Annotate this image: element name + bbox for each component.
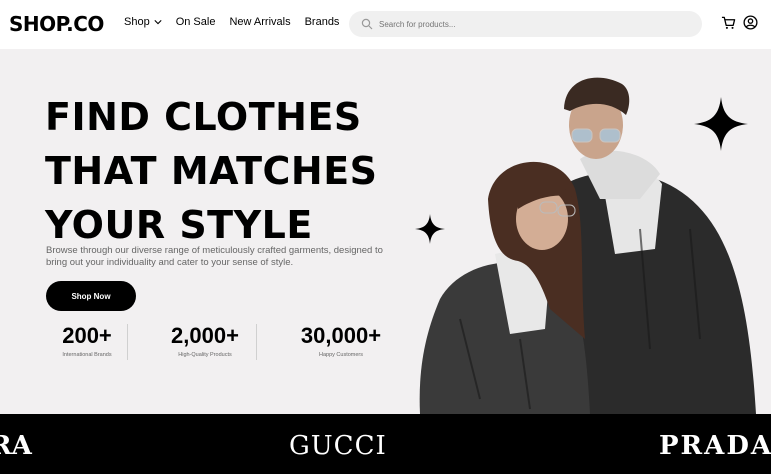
hero-headline: FIND CLOTHES THAT MATCHES YOUR STYLE [45,90,378,252]
stat-value: 30,000+ [300,323,382,348]
stat-value: 200+ [62,323,112,348]
stat-divider [256,324,257,360]
cart-icon[interactable] [721,16,736,30]
search-input[interactable] [379,19,679,29]
brand-logo-partial: RA [0,431,32,461]
stat-label: International Brands [62,352,112,358]
stat-value: 2,000+ [171,323,239,348]
brand-logo-gucci: GUCCI [289,431,387,461]
hero-description: Browse through our diverse range of meti… [46,245,383,268]
headline-line: FIND CLOTHES [45,95,362,139]
menu-item-on-sale[interactable]: On Sale [176,16,216,28]
menu-item-label: On Sale [175,16,216,28]
stat-label: High-Quality Products [178,352,232,358]
headline-line: THAT MATCHES [45,149,378,193]
stat-high-quality-products: 2,000+ High-Quality Products [155,323,255,359]
menu-item-shop[interactable]: Shop [124,16,162,28]
hero-section: FIND CLOTHES THAT MATCHES YOUR STYLE Bro… [0,49,771,414]
menu-item-label: Brands [304,16,340,28]
sparkle-star-icon [415,214,445,244]
chevron-down-icon [154,20,162,25]
main-menu: Shop On Sale New Arrivals Brands [124,16,353,28]
menu-item-label: Shop [124,16,150,28]
headline-line: YOUR STYLE [45,203,313,247]
stats-row: 200+ International Brands 2,000+ High-Qu… [46,324,406,364]
stat-happy-customers: 30,000+ Happy Customers [286,323,396,359]
top-navbar: SHOP.CO Shop On Sale New Arrivals Brands [0,0,771,49]
menu-item-brands[interactable]: Brands [305,16,340,28]
menu-item-new-arrivals[interactable]: New Arrivals [229,16,290,28]
site-logo[interactable]: SHOP.CO [9,12,104,36]
brand-logo-prada: PRADA [659,431,771,461]
stat-divider [127,324,128,360]
search-icon [361,18,373,30]
sparkle-star-icon [694,97,748,151]
search-bar[interactable] [349,11,702,37]
menu-item-label: New Arrivals [229,16,291,28]
account-icon[interactable] [743,15,758,30]
brand-logos-strip: RA GUCCI PRADA [0,414,771,474]
shop-now-button[interactable]: Shop Now [46,281,136,311]
stat-international-brands: 200+ International Brands [46,323,128,359]
stat-label: Happy Customers [318,352,364,358]
